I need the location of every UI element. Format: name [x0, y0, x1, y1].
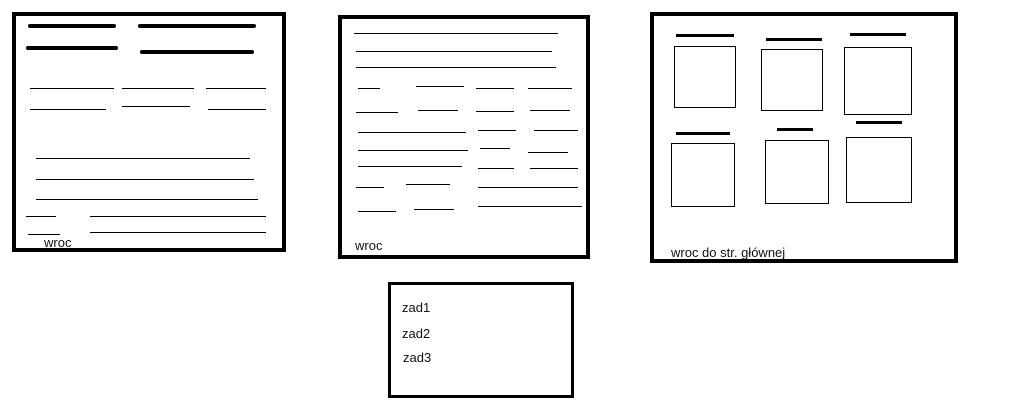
text-line	[36, 158, 250, 159]
text-line	[530, 110, 570, 111]
text-line	[534, 130, 578, 131]
text-line	[30, 88, 114, 89]
text-line	[406, 184, 450, 185]
header-line	[138, 24, 256, 28]
text-line	[358, 150, 468, 151]
text-line	[478, 130, 516, 131]
caption-line	[850, 33, 906, 36]
text-line	[356, 67, 556, 68]
text-line	[416, 86, 464, 87]
text-line	[356, 112, 398, 113]
text-line	[354, 33, 558, 34]
back-link[interactable]: wroc	[44, 235, 71, 250]
back-home-link[interactable]: wroc do str. głównej	[671, 245, 785, 260]
caption-line	[766, 38, 822, 41]
text-line	[206, 88, 266, 89]
text-line	[478, 168, 514, 169]
caption-line	[676, 34, 734, 37]
text-line	[358, 88, 380, 89]
thumbnail-box[interactable]	[846, 137, 912, 203]
text-line	[26, 216, 56, 217]
caption-line	[856, 121, 902, 124]
text-line	[358, 132, 466, 133]
back-link[interactable]: wroc	[355, 238, 382, 253]
text-line	[530, 168, 578, 169]
menu-item-zad1[interactable]: zad1	[402, 300, 430, 315]
header-line	[140, 50, 254, 54]
screen-c-frame: wroc do str. głównej	[650, 12, 958, 263]
thumbnail-box[interactable]	[674, 46, 736, 108]
text-line	[90, 232, 266, 233]
text-line	[476, 111, 514, 112]
text-line	[418, 110, 458, 111]
text-line	[358, 166, 462, 167]
text-line	[476, 88, 514, 89]
text-line	[528, 88, 572, 89]
screen-a-frame: wroc	[12, 12, 286, 252]
menu-item-zad2[interactable]: zad2	[402, 326, 430, 341]
caption-line	[676, 132, 730, 135]
text-line	[90, 216, 266, 217]
header-line	[28, 24, 116, 28]
thumbnail-box[interactable]	[671, 143, 735, 207]
text-line	[480, 148, 510, 149]
text-line	[414, 209, 454, 210]
header-line	[26, 46, 118, 50]
thumbnail-box[interactable]	[765, 140, 829, 204]
thumbnail-box[interactable]	[844, 47, 912, 115]
text-line	[358, 211, 396, 212]
text-line	[356, 51, 552, 52]
text-line	[122, 88, 194, 89]
text-line	[122, 106, 190, 107]
text-line	[478, 206, 582, 207]
text-line	[528, 152, 568, 153]
screen-b-frame: wroc	[338, 15, 590, 259]
text-line	[36, 199, 258, 200]
text-line	[478, 187, 578, 188]
menu-frame: zad1 zad2 zad3	[388, 282, 574, 398]
text-line	[36, 179, 254, 180]
text-line	[30, 109, 106, 110]
caption-line	[777, 128, 813, 131]
text-line	[356, 187, 384, 188]
text-line	[208, 109, 266, 110]
thumbnail-box[interactable]	[761, 49, 823, 111]
menu-item-zad3[interactable]: zad3	[403, 350, 431, 365]
